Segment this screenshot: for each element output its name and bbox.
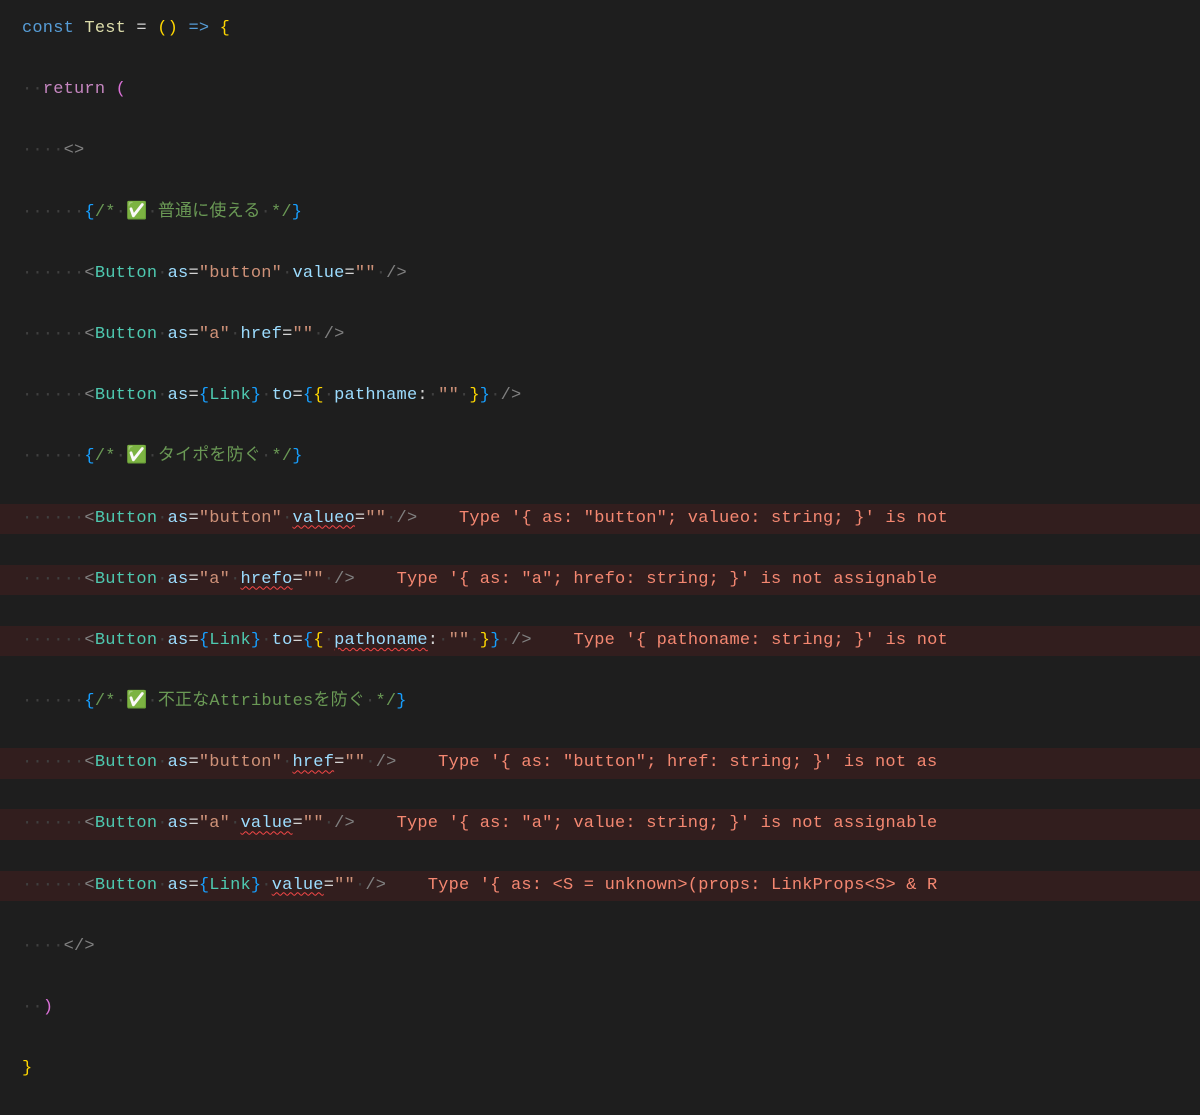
code-line: }	[0, 1054, 1200, 1085]
error-message: Type '{ as: "button"; valueo: string; }'…	[459, 509, 948, 528]
code-line-error: ······<Button·as="button"·href=""·/> Typ…	[0, 748, 1200, 779]
code-line-error: ······<Button·as="button"·valueo=""·/> T…	[0, 504, 1200, 535]
error-message: Type '{ pathoname: string; }' is not	[573, 631, 947, 650]
code-line: ··return (	[0, 75, 1200, 106]
code-line-error: ······<Button·as={Link}·to={{·pathoname:…	[0, 626, 1200, 657]
code-line: ······{/*·✅·タイポを防ぐ·*/}	[0, 442, 1200, 473]
code-line: ····<>	[0, 136, 1200, 167]
code-line: ··)	[0, 993, 1200, 1024]
code-line: ······{/*·✅·不正なAttributesを防ぐ·*/}	[0, 687, 1200, 718]
code-line: const Test = () => {	[0, 14, 1200, 45]
code-line: ······<Button·as="a"·href=""·/>	[0, 320, 1200, 351]
code-line: ······<Button·as={Link}·to={{·pathname:·…	[0, 381, 1200, 412]
code-editor[interactable]: const Test = () => { ··return ( ····<> ·…	[0, 0, 1200, 1115]
error-message: Type '{ as: "a"; hrefo: string; }' is no…	[397, 570, 938, 589]
code-line: ······<Button·as="button"·value=""·/>	[0, 259, 1200, 290]
error-message: Type '{ as: <S = unknown>(props: LinkPro…	[428, 876, 938, 895]
code-line-error: ······<Button·as={Link}·value=""·/> Type…	[0, 871, 1200, 902]
code-line: ····</>	[0, 932, 1200, 963]
error-message: Type '{ as: "a"; value: string; }' is no…	[397, 814, 938, 833]
code-line: ······{/*·✅·普通に使える·*/}	[0, 198, 1200, 229]
error-message: Type '{ as: "button"; href: string; }' i…	[438, 753, 937, 772]
code-line-error: ······<Button·as="a"·value=""·/> Type '{…	[0, 809, 1200, 840]
code-line-error: ······<Button·as="a"·hrefo=""·/> Type '{…	[0, 565, 1200, 596]
